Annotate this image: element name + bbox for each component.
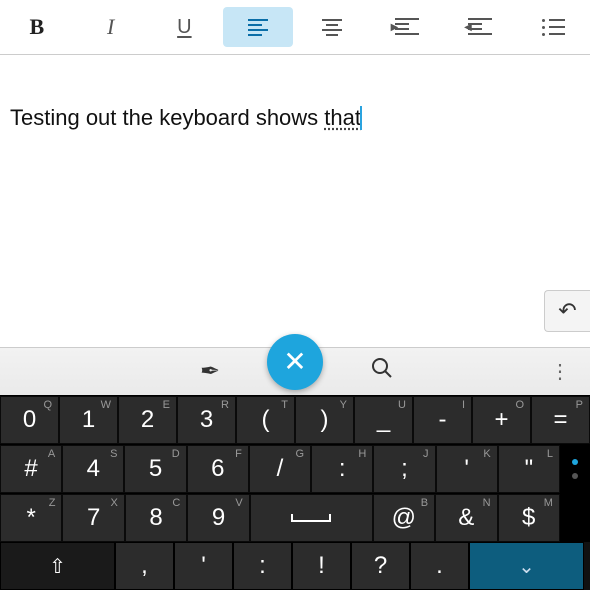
key-1[interactable]: 1W	[59, 396, 118, 444]
bold-label: B	[30, 14, 45, 40]
key-5[interactable]: 5D	[124, 445, 186, 493]
align-left-button[interactable]	[223, 7, 293, 47]
key-asterisk[interactable]: *Z	[0, 494, 62, 542]
key-2[interactable]: 2E	[118, 396, 177, 444]
key-quote[interactable]: "L	[498, 445, 560, 493]
key-0[interactable]: 0Q	[0, 396, 59, 444]
key-apostrophe[interactable]: 'K	[436, 445, 498, 493]
pen-icon[interactable]: ✒	[200, 357, 220, 386]
symbol-keyboard: 0Q 1W 2E 3R (T )Y _U -I +O =P #A 4S 5D 6…	[0, 395, 590, 590]
key-space[interactable]	[250, 494, 373, 542]
key-question[interactable]: ?	[351, 542, 410, 590]
key-hyphen[interactable]: -I	[413, 396, 472, 444]
close-button[interactable]: ✕	[267, 334, 323, 390]
key-colon-bottom[interactable]: :	[233, 542, 292, 590]
keyboard-bottom-row: ⇧ , ' : ! ? . ⌄	[0, 542, 590, 590]
key-equals[interactable]: =P	[531, 396, 590, 444]
keyboard-page-indicator[interactable]	[560, 445, 590, 493]
undo-button[interactable]: ↶	[544, 290, 590, 332]
key-plus[interactable]: +O	[472, 396, 531, 444]
key-at[interactable]: @B	[373, 494, 435, 542]
keyboard-row-2: #A 4S 5D 6F /G :H ;J 'K "L	[0, 444, 590, 493]
key-exclaim[interactable]: !	[292, 542, 351, 590]
key-comma[interactable]: ,	[115, 542, 174, 590]
search-icon[interactable]	[370, 356, 394, 387]
key-8[interactable]: 8C	[125, 494, 187, 542]
key-period[interactable]: .	[410, 542, 469, 590]
bullet-list-icon	[542, 19, 565, 36]
text-cursor	[360, 106, 362, 130]
hide-keyboard-key[interactable]: ⌄	[469, 542, 584, 590]
key-rparen[interactable]: )Y	[295, 396, 354, 444]
key-3[interactable]: 3R	[177, 396, 236, 444]
editor-text: Testing out the keyboard shows	[10, 105, 324, 130]
key-ampersand[interactable]: &N	[435, 494, 497, 542]
keyboard-toolbar: ✒ ✕ ⋮	[0, 347, 590, 395]
chevron-down-icon: ⌄	[518, 554, 535, 579]
key-apostrophe-bottom[interactable]: '	[174, 542, 233, 590]
key-lparen[interactable]: (T	[236, 396, 295, 444]
key-slash[interactable]: /G	[249, 445, 311, 493]
bullet-list-button[interactable]	[518, 7, 588, 47]
keyboard-page-indicator-2	[560, 494, 590, 542]
undo-icon: ↶	[558, 298, 576, 324]
editor-area[interactable]: Testing out the keyboard shows that ↶	[0, 55, 590, 347]
indent-increase-icon: ▶	[393, 18, 419, 36]
keyboard-row-1: 0Q 1W 2E 3R (T )Y _U -I +O =P	[0, 395, 590, 444]
align-center-button[interactable]	[297, 7, 367, 47]
italic-button[interactable]: I	[76, 7, 146, 47]
indent-decrease-button[interactable]: ▶	[444, 7, 514, 47]
key-4[interactable]: 4S	[62, 445, 124, 493]
key-colon[interactable]: :H	[311, 445, 373, 493]
align-center-icon	[322, 19, 342, 36]
shift-icon: ⇧	[49, 554, 66, 579]
format-toolbar: B I U ▶ ▶	[0, 0, 590, 55]
close-icon: ✕	[283, 345, 306, 378]
key-hash[interactable]: #A	[0, 445, 62, 493]
key-7[interactable]: 7X	[62, 494, 124, 542]
more-options-icon[interactable]: ⋮	[550, 359, 570, 384]
indent-increase-button[interactable]: ▶	[371, 7, 441, 47]
bold-button[interactable]: B	[2, 7, 72, 47]
italic-label: I	[107, 14, 114, 40]
key-dollar[interactable]: $M	[498, 494, 560, 542]
underline-label: U	[177, 16, 191, 39]
indent-decrease-icon: ▶	[466, 18, 492, 36]
key-6[interactable]: 6F	[187, 445, 249, 493]
keyboard-row-3: *Z 7X 8C 9V @B &N $M	[0, 493, 590, 542]
align-left-icon	[248, 19, 268, 36]
shift-key[interactable]: ⇧	[0, 542, 115, 590]
key-underscore[interactable]: _U	[354, 396, 413, 444]
editor-suggestion-word[interactable]: that	[324, 105, 361, 130]
key-9[interactable]: 9V	[187, 494, 249, 542]
underline-button[interactable]: U	[149, 7, 219, 47]
key-semicolon[interactable]: ;J	[373, 445, 435, 493]
